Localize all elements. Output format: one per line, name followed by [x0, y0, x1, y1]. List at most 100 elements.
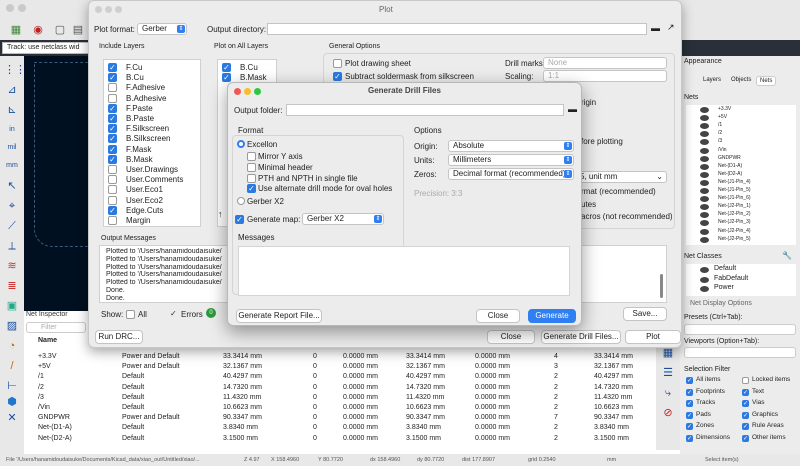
eye-icon[interactable] [700, 276, 709, 283]
eye-icon[interactable] [700, 163, 709, 170]
plot-format-select[interactable]: Gerber ⇕ [137, 23, 187, 35]
table-row[interactable]: Net-(D1-A) Default 3.8340 mm 0 0.0000 mm 3.83… [38, 423, 678, 432]
layer-checkbox[interactable]: ✓ [108, 205, 117, 215]
eye-icon[interactable] [700, 196, 709, 203]
tab-nets[interactable]: Nets [756, 76, 777, 86]
layer-checkbox[interactable]: ✓ [108, 154, 117, 164]
generate-drill-files-button[interactable]: Generate Drill Files... [541, 330, 621, 344]
plot-all-checkbox[interactable]: ✓ [222, 63, 231, 72]
messages-scrollbar[interactable] [660, 274, 663, 298]
route-icon[interactable]: ⟂ [4, 238, 20, 254]
show-all-checkbox[interactable] [126, 310, 135, 319]
min-dot[interactable] [244, 88, 251, 95]
layer-checkbox[interactable] [108, 83, 117, 93]
zone-icon[interactable]: ≋ [4, 258, 20, 274]
table-row[interactable]: GNDPWR Power and Default 90.3347 mm 0 0.0000… [38, 413, 678, 422]
eye-icon[interactable] [700, 107, 709, 113]
eye-icon[interactable] [700, 228, 709, 235]
plot-all-checkbox[interactable]: ✓ [222, 73, 231, 82]
zeros-select[interactable]: Decimal format (recommended) ⇕ [448, 168, 574, 180]
units-select[interactable]: Millimeters ⇕ [448, 154, 574, 166]
eye-icon[interactable] [700, 115, 709, 122]
run-drc-button[interactable]: Run DRC... [95, 330, 143, 344]
filter-checkbox[interactable]: ✓ [686, 411, 693, 419]
layer-checkbox[interactable]: ✓ [108, 114, 117, 123]
eye-icon[interactable] [700, 179, 709, 186]
eye-icon[interactable] [700, 286, 709, 292]
generate-report-button[interactable]: Generate Report File... [236, 309, 322, 323]
close-dot[interactable] [95, 6, 102, 13]
table-row[interactable]: /Vin Default 10.6623 mm 0 0.0000 mm 10.6623 m… [38, 403, 678, 412]
eye-icon[interactable] [700, 155, 709, 162]
layer-checkbox[interactable] [108, 165, 117, 174]
eye-icon[interactable] [700, 236, 709, 243]
layer-checkbox[interactable]: ✓ [108, 63, 117, 72]
layer-checkbox[interactable]: ✓ [108, 103, 117, 113]
unit-select[interactable]: 5, unit mm ⌄ [575, 171, 667, 183]
unlock-icon[interactable]: ⊘ [660, 405, 676, 421]
mirror-y-checkbox[interactable] [247, 152, 256, 161]
table-row[interactable]: Net-(D2-A) Default 3.1500 mm 0 0.0000 mm 3.15… [38, 434, 678, 443]
map-format-select[interactable]: Gerber X2 ⇕ [302, 213, 384, 225]
excellon-radio[interactable] [237, 140, 245, 148]
plot-drawing-sheet-checkbox[interactable] [333, 59, 342, 68]
drill-close-button[interactable]: Close [476, 309, 520, 323]
inch-icon[interactable]: in [4, 122, 20, 138]
track-width-select[interactable]: Track: use netclass wid [2, 42, 90, 54]
eye-icon[interactable] [700, 188, 709, 194]
filter-checkbox[interactable]: ✓ [742, 400, 749, 407]
output-folder-input[interactable] [286, 104, 564, 116]
layer-icon[interactable]: ≣ [4, 278, 20, 294]
subtract-soldermask-checkbox[interactable]: ✓ [333, 72, 342, 81]
origin-select[interactable]: Absolute ⇕ [448, 140, 574, 152]
max-dot[interactable] [254, 88, 261, 95]
save-button[interactable]: Save... [623, 307, 667, 321]
eye-icon[interactable] [700, 131, 709, 138]
min-dot[interactable] [18, 4, 26, 12]
eye-icon[interactable] [700, 212, 709, 219]
table-row[interactable]: /2 Default 14.7320 mm 0 0.0000 mm 14.7320 mm 0… [38, 383, 678, 392]
generate-map-checkbox[interactable]: ✓ [235, 215, 244, 224]
cursor-icon[interactable]: ↖ [4, 178, 20, 194]
layer-checkbox[interactable] [108, 175, 117, 185]
max-dot[interactable] [115, 6, 122, 13]
viewports-select[interactable] [684, 347, 796, 358]
layer-up-arrow[interactable]: ↑ [218, 209, 223, 219]
eye-icon[interactable] [700, 139, 709, 146]
eye-icon[interactable] [700, 267, 709, 273]
net-filter-input[interactable]: Filter [26, 322, 86, 333]
minimal-header-checkbox[interactable] [247, 163, 256, 172]
grid-icon[interactable]: ⋮⋮ [4, 62, 26, 78]
select-icon[interactable]: ⌖ [4, 198, 20, 214]
layer-checkbox[interactable] [108, 216, 117, 225]
plot-button[interactable]: Plot [625, 330, 681, 344]
output-dir-input[interactable] [267, 23, 647, 35]
filter-checkbox[interactable]: ✓ [686, 377, 693, 384]
filter-checkbox[interactable]: ✓ [686, 388, 693, 396]
new-icon[interactable]: ▢ [52, 22, 68, 38]
filter-checkbox[interactable]: ✓ [686, 434, 693, 442]
layer-checkbox[interactable] [108, 195, 117, 205]
arc-icon[interactable]: ◔ [4, 338, 20, 354]
text-icon[interactable]: ▨ [4, 318, 20, 334]
route-diff-icon[interactable]: ⤷ [660, 385, 676, 401]
open-external-icon[interactable]: ↗ [667, 22, 675, 33]
tab-objects[interactable]: Objects [728, 76, 754, 84]
filter-checkbox[interactable]: ✓ [742, 388, 749, 396]
board-setup-icon[interactable]: ▦ [8, 22, 24, 38]
dimension-icon[interactable]: ⊢ [4, 378, 20, 394]
delete-icon[interactable]: ✕ [4, 410, 20, 426]
layer-checkbox[interactable]: ✓ [108, 73, 117, 83]
close-button[interactable]: Close [487, 330, 535, 344]
gerber-x2-radio[interactable] [237, 197, 245, 205]
filter-checkbox[interactable]: ✓ [686, 400, 693, 407]
presets-select[interactable] [684, 324, 796, 335]
generate-button[interactable]: Generate [528, 309, 576, 323]
col-name-header[interactable]: Name [38, 337, 57, 344]
folder-icon[interactable]: ▬ [568, 104, 577, 114]
cube-icon[interactable]: ⬢ [4, 394, 20, 410]
pad-icon[interactable]: ▣ [4, 298, 20, 314]
line-icon[interactable]: / [4, 358, 20, 374]
filter-checkbox[interactable]: ✓ [686, 423, 693, 430]
pcb-canvas[interactable] [24, 56, 114, 311]
